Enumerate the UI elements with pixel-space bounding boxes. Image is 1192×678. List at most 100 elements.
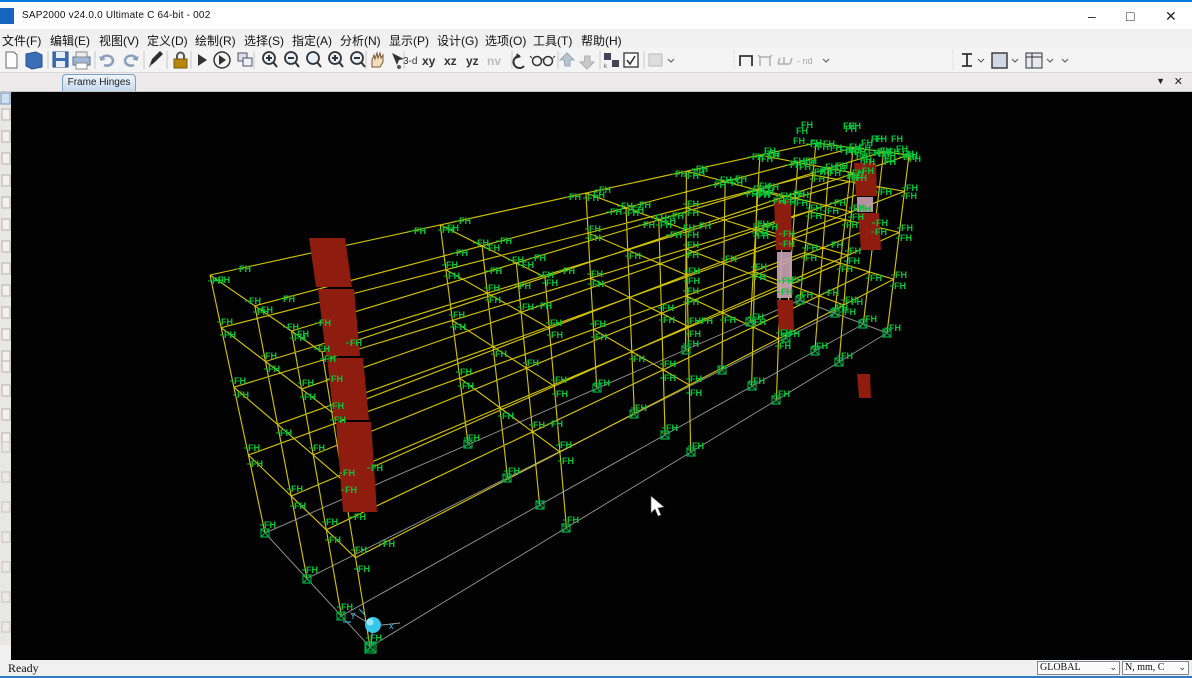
svg-text:FH: FH: [221, 317, 233, 327]
svg-text:xy: xy: [422, 54, 436, 68]
svg-text:FH: FH: [591, 269, 603, 279]
svg-text:FH: FH: [248, 443, 260, 453]
svg-text:FH: FH: [662, 303, 674, 313]
svg-text:FH: FH: [313, 443, 325, 453]
svg-text:FH: FH: [841, 264, 853, 274]
svg-text:FH: FH: [331, 374, 343, 384]
svg-text:FH: FH: [875, 134, 887, 144]
svg-text:FH: FH: [664, 359, 676, 369]
svg-text:FH: FH: [569, 192, 581, 202]
svg-text:FH: FH: [621, 201, 633, 211]
svg-text:FH: FH: [859, 204, 871, 214]
svg-text:FH: FH: [488, 243, 500, 253]
svg-text:FH: FH: [294, 501, 306, 511]
svg-text:FH: FH: [670, 230, 682, 240]
svg-text:FH: FH: [319, 318, 331, 328]
svg-text:FH: FH: [861, 138, 873, 148]
svg-text:k: k: [604, 64, 608, 70]
svg-text:FH: FH: [720, 175, 732, 185]
svg-text:FH: FH: [534, 253, 546, 263]
svg-text:FH: FH: [836, 303, 848, 313]
svg-text:FH: FH: [355, 545, 367, 555]
svg-text:FH: FH: [801, 120, 813, 130]
svg-text:FH: FH: [689, 316, 701, 326]
svg-text:FH: FH: [562, 456, 574, 466]
svg-text:FH: FH: [725, 254, 737, 264]
svg-text:FH: FH: [793, 156, 805, 166]
svg-text:FH: FH: [793, 136, 805, 146]
svg-text:FH: FH: [460, 367, 472, 377]
svg-text:FH: FH: [533, 420, 545, 430]
svg-text:FH: FH: [283, 294, 295, 304]
svg-text:FH: FH: [522, 302, 534, 312]
svg-text:FH: FH: [840, 145, 852, 155]
svg-text:FH: FH: [239, 264, 251, 274]
svg-text:FH: FH: [456, 248, 468, 258]
svg-text:FH: FH: [218, 275, 230, 285]
svg-text:FH: FH: [891, 134, 903, 144]
svg-text:FH: FH: [453, 310, 465, 320]
svg-text:FH: FH: [551, 419, 563, 429]
svg-text:FH: FH: [755, 262, 767, 272]
svg-text:FH: FH: [699, 221, 711, 231]
svg-text:FH: FH: [280, 428, 292, 438]
svg-text:FH: FH: [268, 364, 280, 374]
svg-text:FH: FH: [690, 374, 702, 384]
svg-text:FH: FH: [550, 318, 562, 328]
svg-text:FH: FH: [834, 198, 846, 208]
svg-text:FH: FH: [502, 411, 514, 421]
svg-text:FH: FH: [688, 276, 700, 286]
svg-text:FH: FH: [358, 564, 370, 574]
svg-text:FH: FH: [781, 287, 793, 297]
svg-text:FH: FH: [237, 390, 249, 400]
svg-text:FH: FH: [595, 332, 607, 342]
svg-text:FH: FH: [332, 401, 344, 411]
svg-text:FH: FH: [880, 187, 892, 197]
svg-text:FH: FH: [856, 151, 868, 161]
svg-text:FH: FH: [490, 266, 502, 276]
svg-text:FH: FH: [448, 271, 460, 281]
svg-text:FH: FH: [693, 168, 705, 178]
svg-text:FH: FH: [500, 236, 512, 246]
svg-text:nv: nv: [487, 54, 501, 68]
svg-text:FH: FH: [687, 286, 699, 296]
svg-text:FH: FH: [688, 266, 700, 276]
svg-text:FH: FH: [884, 157, 896, 167]
svg-text:FH: FH: [343, 468, 355, 478]
svg-text:FH: FH: [629, 251, 641, 261]
svg-text:FH: FH: [551, 330, 563, 340]
svg-text:FH: FH: [876, 218, 888, 228]
svg-text:FH: FH: [810, 138, 822, 148]
svg-text:FH: FH: [306, 565, 318, 575]
svg-text:FH: FH: [446, 260, 458, 270]
svg-text:FH: FH: [816, 341, 828, 351]
svg-text:FH: FH: [329, 535, 341, 545]
svg-text:FH: FH: [831, 240, 843, 250]
svg-text:FH: FH: [261, 305, 273, 315]
svg-text:3-d: 3-d: [403, 56, 417, 67]
svg-text:FH: FH: [806, 243, 818, 253]
svg-text:FH: FH: [527, 358, 539, 368]
svg-text:FH: FH: [805, 253, 817, 263]
svg-text:FH: FH: [701, 316, 713, 326]
svg-text:yz: yz: [466, 54, 479, 68]
svg-text:FH: FH: [752, 152, 764, 162]
svg-text:FH: FH: [724, 315, 736, 325]
svg-text:FH: FH: [542, 270, 554, 280]
svg-text:FH: FH: [555, 375, 567, 385]
svg-text:FH: FH: [687, 250, 699, 260]
svg-text:FH: FH: [846, 220, 858, 230]
svg-text:FH: FH: [643, 220, 655, 230]
svg-text:FH: FH: [334, 415, 346, 425]
svg-text:FH: FH: [801, 290, 813, 300]
svg-text:FH: FH: [894, 281, 906, 291]
svg-text:FH: FH: [655, 213, 667, 223]
svg-text:FH: FH: [687, 240, 699, 250]
svg-text:FH: FH: [224, 330, 236, 340]
svg-text:FH: FH: [633, 354, 645, 364]
svg-text:FH: FH: [589, 233, 601, 243]
svg-text:FH: FH: [488, 283, 500, 293]
svg-text:FH: FH: [249, 296, 261, 306]
svg-text:FH: FH: [753, 184, 765, 194]
svg-text:xz: xz: [444, 54, 457, 68]
